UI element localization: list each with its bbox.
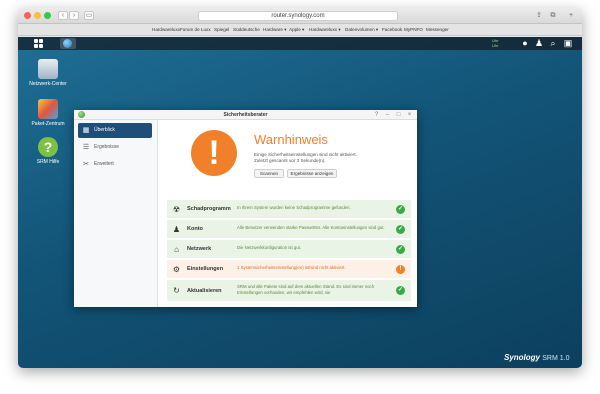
network-status: Uhr Uhr <box>492 38 498 48</box>
bookmark-item[interactable]: Spiegel <box>214 27 229 32</box>
tabs-icon[interactable]: ⧉ <box>548 11 558 20</box>
result-row-account[interactable]: ♟ Konto Alle Benutzer verwenden starke P… <box>167 220 411 239</box>
browser-titlebar: ‹ › ▭ router.synology.com ⇪ ⧉ + <box>18 8 582 24</box>
scan-button[interactable]: Scannen <box>254 169 284 178</box>
minimize-window-button[interactable] <box>34 12 41 19</box>
notifications-icon[interactable]: ● <box>520 38 530 49</box>
synology-logo: Synology SRM 1.0 <box>504 353 569 362</box>
user-icon[interactable]: ♟ <box>534 38 544 49</box>
desktop-icon-package-center[interactable]: Paket-Zentrum <box>26 99 70 127</box>
bookmark-item[interactable]: Forum de Luxx <box>180 27 211 32</box>
sidebar-item-label: Überblick <box>94 127 115 133</box>
row-label: Schadprogramm <box>187 206 231 212</box>
desktop-icon-network-center[interactable]: Netzwerk-Center <box>26 59 70 87</box>
bookmark-item[interactable]: Facebook <box>382 27 402 32</box>
bookmark-item[interactable]: MyPNFO <box>404 27 423 32</box>
result-row-network[interactable]: ⌂ Netzwerk Die Netzwerkkonfiguration ist… <box>167 240 411 259</box>
warning-small-icon: ! <box>396 265 405 274</box>
main-menu-icon[interactable] <box>34 39 44 48</box>
check-icon: ✓ <box>396 245 405 254</box>
result-row-malware[interactable]: ☢ Schadprogramm In Ihrem System wurden k… <box>167 200 411 219</box>
check-icon: ✓ <box>396 286 405 295</box>
check-icon: ✓ <box>396 205 405 214</box>
bookmark-item[interactable]: Datenvolumen ▾ <box>345 27 378 33</box>
taskbar-app-security-advisor[interactable] <box>60 38 76 49</box>
zoom-window-button[interactable] <box>44 12 51 19</box>
close-button[interactable]: × <box>405 110 414 120</box>
bookmarks-bar: Hardwareluxx Forum de Luxx Spiegel Südde… <box>18 24 582 36</box>
desktop-icon-label: Netzwerk-Center <box>29 81 67 87</box>
desktop-icon-srm-help[interactable]: ? SRM Hilfe <box>26 137 70 165</box>
check-icon: ✓ <box>396 225 405 234</box>
warning-icon: ! <box>191 130 237 176</box>
widgets-icon[interactable]: ▣ <box>563 38 573 49</box>
help-button[interactable]: ? <box>372 110 381 120</box>
network-icon: ⌂ <box>174 245 179 254</box>
status-title: Warnhinweis <box>254 132 328 147</box>
refresh-icon: ↻ <box>173 286 180 295</box>
bookmark-item[interactable]: Hardwareluxx <box>152 27 180 32</box>
sidebar-item-results[interactable]: ☰ Ergebnisse <box>78 140 152 155</box>
router-icon <box>38 59 58 79</box>
sidebar: ▦ Überblick ☰ Ergebnisse ✂ Erweitert <box>74 120 158 307</box>
share-icon[interactable]: ⇪ <box>534 11 544 20</box>
grid-icon: ▦ <box>82 127 90 134</box>
search-icon[interactable]: ⌕ <box>548 38 558 49</box>
bookmark-item[interactable]: Hardware ▾ <box>263 27 287 33</box>
back-icon[interactable]: ‹ <box>58 11 68 20</box>
desktop-icon-label: Paket-Zentrum <box>31 121 65 127</box>
window-titlebar[interactable]: Sicherheitsberater ? – □ × <box>74 110 417 120</box>
show-results-button[interactable]: Ergebnisse anzeigen <box>287 169 337 178</box>
globe-icon <box>63 39 72 48</box>
maximize-button[interactable]: □ <box>394 110 403 120</box>
minimize-button[interactable]: – <box>383 110 392 120</box>
sidebar-item-overview[interactable]: ▦ Überblick <box>78 123 152 138</box>
desktop-icon-label: SRM Hilfe <box>36 159 60 165</box>
tools-icon: ✂ <box>83 161 89 168</box>
row-description: Alle Benutzer verwenden starke Passwörte… <box>237 225 385 230</box>
close-window-button[interactable] <box>24 12 31 19</box>
overview-panel: ! Warnhinweis Einige Sicherheitseinstell… <box>159 120 417 307</box>
bookmark-item[interactable]: Messenger <box>426 27 449 32</box>
last-scan-text: Zuletzt gescannt vor 3 Sekunde(n). <box>254 158 326 163</box>
window-title: Sicherheitsberater <box>223 112 268 118</box>
status-line: Uhr <box>492 43 499 48</box>
package-icon <box>38 99 58 119</box>
result-row-settings[interactable]: ⚙ Einstellungen 1 Systemsicherheitseinst… <box>167 260 411 279</box>
address-bar[interactable]: router.synology.com <box>198 11 398 21</box>
radiation-icon: ☢ <box>172 205 181 214</box>
gear-icon: ⚙ <box>172 265 181 274</box>
user-icon: ♟ <box>172 225 181 234</box>
row-description: In Ihrem System wurden keine Schadprogra… <box>237 205 351 210</box>
row-description: 1 Systemsicherheitseinstellung(en) ist/s… <box>237 265 346 270</box>
status-description: Einige Sicherheitseinstellungen sind nic… <box>254 152 404 164</box>
brand-name: Synology <box>504 353 541 362</box>
row-description: Die Netzwerkkonfiguration ist gut. <box>237 245 302 250</box>
bookmark-item[interactable]: Süddeutsche <box>233 27 260 32</box>
row-description: SRM und alle Pakete sind auf dem aktuell… <box>237 284 375 295</box>
sidebar-item-label: Ergebnisse <box>94 144 120 150</box>
bookmark-item[interactable]: Hardwareluxx ▾ <box>309 27 341 33</box>
product-name: SRM 1.0 <box>542 355 570 362</box>
row-label: Netzwerk <box>187 246 212 252</box>
row-label: Konto <box>187 226 203 232</box>
taskbar: Uhr Uhr ● ♟ ⌕ ▣ <box>18 37 582 50</box>
row-label: Einstellungen <box>187 266 224 272</box>
result-row-update[interactable]: ↻ Aktualisieren SRM und alle Pakete sind… <box>167 280 411 302</box>
forward-icon[interactable]: › <box>69 11 79 20</box>
list-icon: ☰ <box>82 144 90 151</box>
sidebar-toggle-icon[interactable]: ▭ <box>84 11 94 20</box>
row-label: Aktualisieren <box>187 288 222 294</box>
new-tab-icon[interactable]: + <box>566 11 576 20</box>
srm-desktop: Uhr Uhr ● ♟ ⌕ ▣ Netzwerk-Center Paket-Ze… <box>18 37 582 368</box>
sidebar-item-label: Erweitert <box>94 161 114 167</box>
browser-window: ‹ › ▭ router.synology.com ⇪ ⧉ + Hardware… <box>18 8 582 368</box>
security-advisor-window: Sicherheitsberater ? – □ × ▦ Überblick ☰… <box>74 110 417 307</box>
sidebar-item-advanced[interactable]: ✂ Erweitert <box>78 157 152 172</box>
bookmark-item[interactable]: Apple ▾ <box>289 27 304 33</box>
help-icon: ? <box>38 137 58 157</box>
